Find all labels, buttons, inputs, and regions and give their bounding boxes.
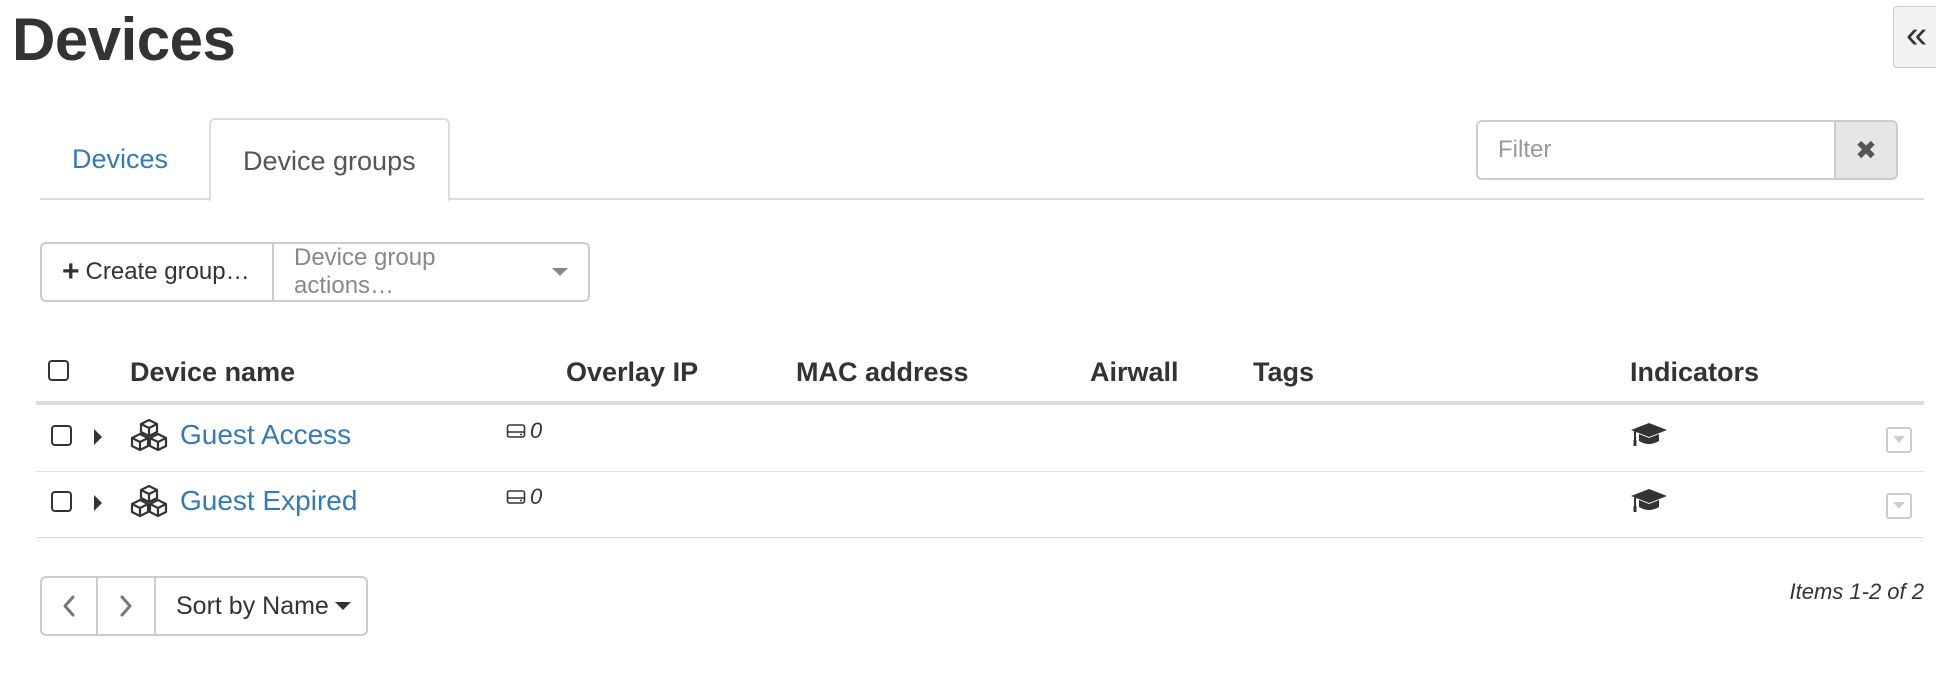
column-device-name[interactable]: Device name [130, 350, 295, 394]
device-count-value: 0 [530, 418, 543, 443]
device-count-value: 0 [530, 484, 543, 509]
device-group-link[interactable]: Guest Expired [180, 481, 357, 521]
column-mac-address[interactable]: MAC address [796, 350, 969, 394]
chevron-left-icon [63, 595, 75, 617]
device-count: 0 [506, 483, 542, 511]
select-all-checkbox[interactable] [48, 360, 69, 381]
graduation-cap-icon [1631, 489, 1667, 512]
page-title: Devices [12, 6, 236, 73]
row-menu-button[interactable] [1886, 493, 1912, 519]
create-group-label: Create group… [85, 258, 250, 285]
pagination: Sort by Name [40, 576, 368, 636]
chevron-right-icon [120, 595, 132, 617]
sort-dropdown[interactable]: Sort by Name [156, 576, 368, 636]
row-checkbox[interactable] [51, 425, 72, 446]
table-row: Guest Access 0 [36, 405, 1924, 472]
create-group-button[interactable]: + Create group… [40, 242, 274, 302]
device-group-icon [130, 418, 168, 452]
group-toolbar: + Create group… Device group actions… [40, 242, 590, 302]
column-indicators[interactable]: Indicators [1630, 350, 1759, 394]
filter-input[interactable] [1476, 120, 1834, 180]
column-tags[interactable]: Tags [1253, 350, 1314, 394]
expand-row-icon[interactable] [94, 495, 102, 511]
device-group-actions-label: Device group actions… [294, 244, 436, 299]
device-group-actions-dropdown[interactable]: Device group actions… [274, 242, 590, 302]
graduation-cap-icon [1631, 423, 1667, 446]
next-page-button[interactable] [98, 576, 156, 636]
hdd-icon [506, 424, 526, 438]
device-group-link[interactable]: Guest Access [180, 415, 351, 455]
sort-label: Sort by Name [176, 591, 329, 620]
items-count: Items 1-2 of 2 [1789, 579, 1924, 604]
plus-icon: + [62, 255, 80, 288]
table-row: Guest Expired 0 [36, 471, 1924, 538]
tab-device-groups[interactable]: Device groups [209, 118, 450, 202]
row-checkbox[interactable] [51, 491, 72, 512]
double-chevron-left-icon: « [1906, 14, 1928, 56]
hdd-icon [506, 490, 526, 504]
device-count: 0 [506, 417, 542, 445]
row-menu-button[interactable] [1886, 427, 1912, 453]
device-group-icon [130, 484, 168, 518]
close-icon: ✖ [1855, 135, 1877, 165]
expand-row-icon[interactable] [94, 429, 102, 445]
caret-down-icon [552, 268, 568, 276]
column-overlay-ip[interactable]: Overlay IP [566, 350, 698, 394]
caret-down-icon [334, 602, 351, 610]
tab-devices[interactable]: Devices [40, 118, 200, 200]
filter-clear-button[interactable]: ✖ [1834, 120, 1898, 180]
collapse-panel-button[interactable]: « [1893, 6, 1936, 68]
column-airwall[interactable]: Airwall [1090, 350, 1179, 394]
previous-page-button[interactable] [40, 576, 98, 636]
